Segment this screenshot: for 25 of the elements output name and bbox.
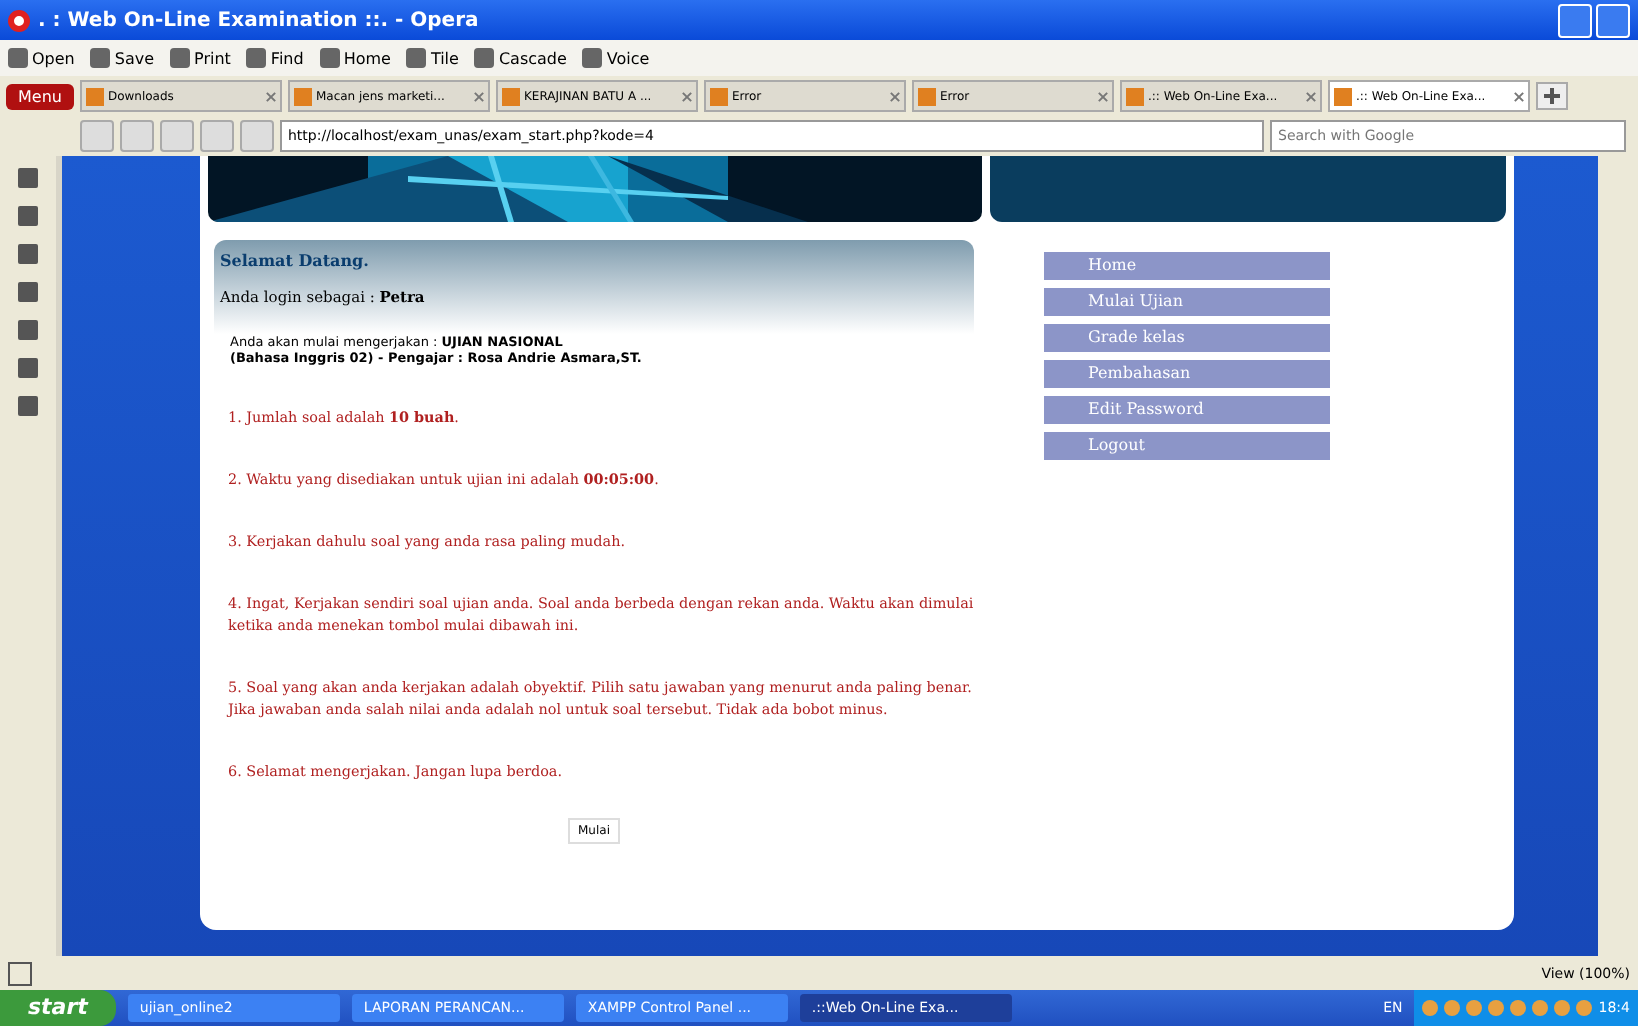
close-icon[interactable] bbox=[889, 91, 900, 101]
minimize-button[interactable] bbox=[1558, 3, 1592, 37]
plus-icon bbox=[1543, 88, 1560, 104]
toolbar-button[interactable]: Home bbox=[319, 48, 391, 68]
toolbar-button[interactable]: Open bbox=[8, 48, 75, 68]
close-icon[interactable] bbox=[473, 91, 484, 101]
new-tab-button[interactable] bbox=[1535, 82, 1568, 110]
panel-toggle-icon[interactable] bbox=[8, 961, 32, 985]
close-icon[interactable] bbox=[681, 91, 692, 101]
menu-button[interactable]: Menu bbox=[6, 83, 74, 109]
toolbar-button[interactable]: Voice bbox=[582, 48, 650, 68]
toolbar-button[interactable]: Print bbox=[170, 48, 231, 68]
toolbar-button[interactable]: Find bbox=[246, 48, 304, 68]
close-icon[interactable] bbox=[1097, 91, 1108, 101]
start-button[interactable]: start bbox=[0, 990, 116, 1026]
browser-logo-icon bbox=[8, 9, 30, 31]
toolbar-button[interactable]: Save bbox=[90, 48, 155, 68]
close-icon[interactable] bbox=[265, 91, 276, 101]
close-icon[interactable] bbox=[1513, 91, 1524, 101]
toolbar-button[interactable]: Cascade bbox=[474, 48, 567, 68]
maximize-button[interactable] bbox=[1596, 3, 1630, 37]
welcome-title: Selamat Datang. bbox=[220, 250, 371, 270]
close-icon[interactable] bbox=[1305, 91, 1316, 101]
window-title: . : Web On-Line Examination ::. - Opera bbox=[38, 9, 481, 31]
toolbar-button[interactable]: Tile bbox=[406, 48, 459, 68]
